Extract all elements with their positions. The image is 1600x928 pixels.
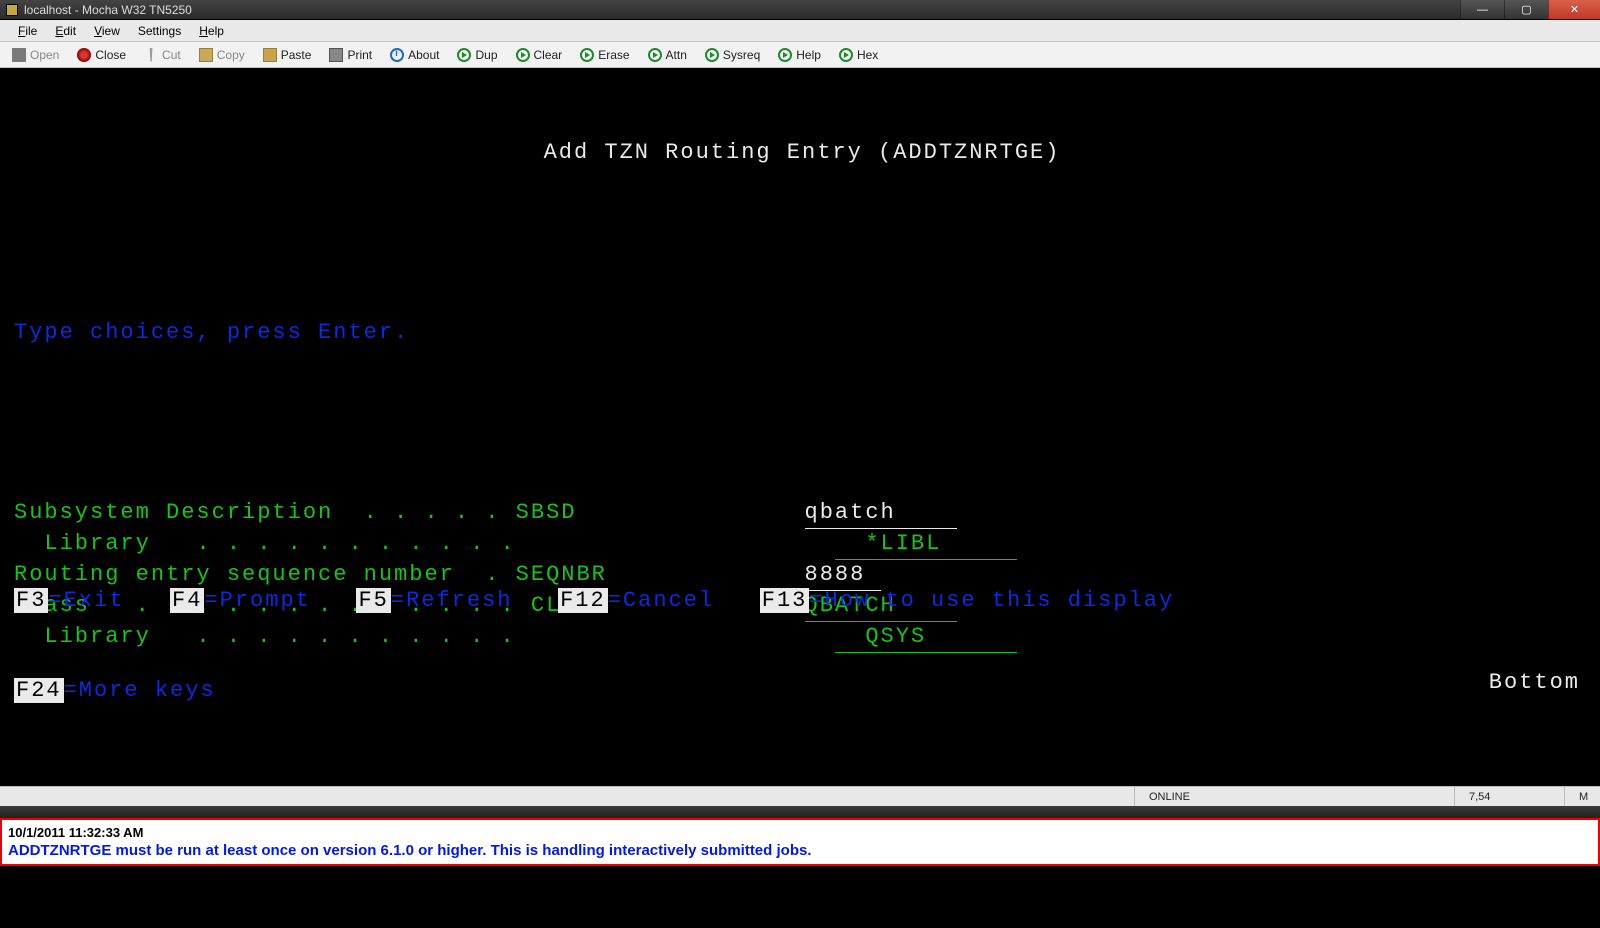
fkey-f4[interactable]: F4 [170, 588, 204, 613]
toolbar-paste[interactable]: Paste [259, 46, 316, 64]
toolbar-sysreq[interactable]: Sysreq [701, 46, 764, 64]
play-icon [778, 48, 792, 62]
menu-file[interactable]: File [10, 22, 45, 40]
toolbar-dup[interactable]: Dup [453, 46, 501, 64]
window-title: localhost - Mocha W32 TN5250 [24, 3, 192, 17]
toolbar-attn[interactable]: Attn [644, 46, 691, 64]
play-icon [839, 48, 853, 62]
fkey-label: =How to use this display [809, 588, 1174, 613]
message-body: ADDTZNRTGE must be run at least once on … [8, 842, 1592, 860]
fkey-label: =Exit [48, 588, 170, 613]
toolbar-clear[interactable]: Clear [512, 46, 567, 64]
play-icon [705, 48, 719, 62]
fkey-f13[interactable]: F13 [760, 588, 810, 613]
paste-icon [263, 48, 277, 62]
window-maximize-button[interactable]: ▢ [1504, 0, 1548, 19]
toolbar-open[interactable]: Open [8, 46, 63, 64]
toolbar-help[interactable]: Help [774, 46, 825, 64]
menu-settings[interactable]: Settings [130, 22, 189, 40]
terminal-screen[interactable]: Add TZN Routing Entry (ADDTZNRTGE) Type … [0, 68, 1600, 786]
field-label: Subsystem Description . . . . . SBSD [14, 498, 805, 529]
toolbar-about[interactable]: About [386, 46, 443, 64]
screen-title: Add TZN Routing Entry (ADDTZNRTGE) [14, 138, 1590, 168]
window-close-button[interactable]: ✕ [1548, 0, 1600, 19]
taskbar-strip [0, 806, 1600, 818]
function-keys: F3=Exit F4=Prompt F5=Refresh F12=Cancel … [14, 526, 1174, 766]
play-icon [648, 48, 662, 62]
copy-icon [199, 48, 213, 62]
window-minimize-button[interactable]: — [1460, 0, 1504, 19]
message-timestamp: 10/1/2011 11:32:33 AM [8, 824, 1592, 842]
fkey-f5[interactable]: F5 [356, 588, 390, 613]
print-icon [329, 48, 343, 62]
toolbar: Open Close Cut Copy Paste Print About Du… [0, 42, 1600, 68]
toolbar-close[interactable]: Close [73, 46, 130, 64]
window-titlebar: localhost - Mocha W32 TN5250 — ▢ ✕ [0, 0, 1600, 20]
fkey-label: =Cancel [608, 588, 760, 613]
fkey-label: =Refresh [391, 588, 558, 613]
fkey-f3[interactable]: F3 [14, 588, 48, 613]
toolbar-print[interactable]: Print [325, 46, 376, 64]
message-box: 10/1/2011 11:32:33 AM ADDTZNRTGE must be… [0, 818, 1600, 866]
page-indicator: Bottom [1489, 668, 1580, 698]
play-icon [580, 48, 594, 62]
fkey-f12[interactable]: F12 [558, 588, 608, 613]
fkey-f24[interactable]: F24 [14, 678, 64, 703]
fkey-label: =Prompt [204, 588, 356, 613]
message-command: ADDTZNRTGE [8, 842, 111, 859]
field-value[interactable]: qbatch [805, 498, 957, 529]
toolbar-hex[interactable]: Hex [835, 46, 882, 64]
about-icon [390, 48, 404, 62]
play-icon [516, 48, 530, 62]
open-icon [12, 48, 26, 62]
field-row: Subsystem Description . . . . . SBSD qba… [14, 498, 1590, 529]
message-text: must be run at least once on version 6.1… [111, 842, 811, 859]
toolbar-copy[interactable]: Copy [195, 46, 249, 64]
menu-view[interactable]: View [86, 22, 128, 40]
app-icon [6, 4, 18, 16]
toolbar-cut[interactable]: Cut [140, 46, 185, 64]
screen-instruction: Type choices, press Enter. [14, 318, 1590, 348]
fkey-label: =More keys [64, 678, 216, 703]
close-icon [77, 48, 91, 62]
menu-help[interactable]: Help [191, 22, 232, 40]
toolbar-erase[interactable]: Erase [576, 46, 633, 64]
menubar: File Edit View Settings Help [0, 20, 1600, 42]
cut-icon [144, 48, 158, 62]
play-icon [457, 48, 471, 62]
menu-edit[interactable]: Edit [47, 22, 84, 40]
